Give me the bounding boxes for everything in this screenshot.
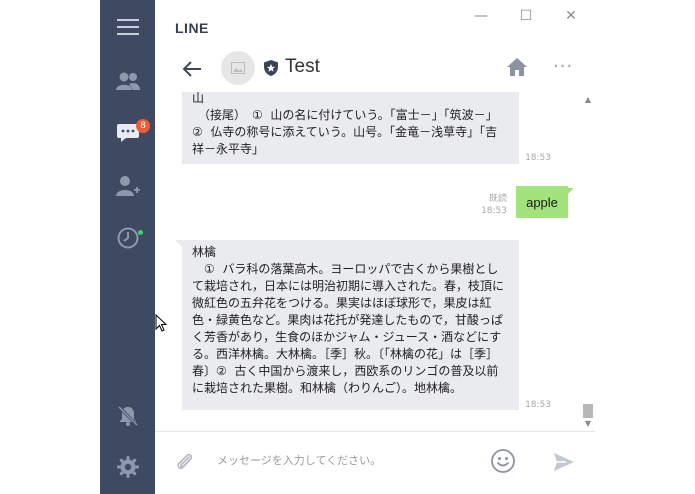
app-name: LINE bbox=[175, 20, 209, 36]
notifications-button[interactable] bbox=[100, 396, 155, 436]
message-time: 18:53 bbox=[525, 400, 551, 410]
message-input[interactable] bbox=[211, 449, 483, 471]
notifications-off-icon bbox=[117, 405, 138, 427]
chat-header: Test ··· bbox=[155, 44, 595, 92]
menu-button[interactable] bbox=[100, 7, 155, 47]
read-receipt: 既読 bbox=[488, 194, 507, 204]
message-composer bbox=[155, 432, 595, 494]
navigation-rail: 8 bbox=[100, 0, 155, 494]
paperclip-icon bbox=[177, 453, 193, 470]
timeline-icon bbox=[117, 227, 138, 249]
more-options-button[interactable]: ··· bbox=[553, 56, 573, 77]
emoji-button[interactable] bbox=[490, 448, 516, 478]
avatar[interactable] bbox=[221, 51, 255, 85]
chat-title: Test bbox=[285, 56, 320, 77]
send-arrow-icon bbox=[554, 453, 574, 471]
settings-icon bbox=[116, 456, 139, 478]
new-post-dot bbox=[138, 230, 143, 235]
friends-icon bbox=[115, 72, 140, 90]
home-icon bbox=[507, 58, 527, 76]
maximize-button[interactable]: ☐ bbox=[512, 6, 540, 26]
message-list: 山 （接尾） ① 山の名に付けていう。「富士－」「筑波－」 ② 仏寺の称号に添え… bbox=[155, 92, 595, 430]
friends-button[interactable] bbox=[100, 61, 155, 101]
bubble-tail bbox=[566, 188, 574, 196]
back-button[interactable] bbox=[179, 56, 205, 82]
message-time: 18:53 bbox=[525, 153, 551, 163]
message-time: 18:53 bbox=[481, 206, 507, 216]
scroll-up-arrow-icon[interactable]: ▲ bbox=[583, 95, 593, 105]
back-arrow-icon bbox=[182, 61, 201, 77]
scrollbar-thumb[interactable] bbox=[583, 404, 593, 418]
scroll-down-arrow-icon[interactable]: ▼ bbox=[583, 419, 593, 429]
home-button[interactable] bbox=[506, 57, 528, 81]
hamburger-menu-icon bbox=[116, 19, 139, 35]
timeline-button[interactable] bbox=[100, 218, 155, 258]
message-scrollbar[interactable]: ▲ ▼ bbox=[583, 95, 595, 431]
add-friend-button[interactable] bbox=[100, 166, 155, 206]
minimize-button[interactable]: — bbox=[467, 6, 495, 26]
incoming-message[interactable]: 林檎 ① バラ科の落葉高木。ヨーロッパで古くから果樹として栽培され，日本には明治… bbox=[182, 240, 519, 410]
emoji-smiley-icon bbox=[491, 449, 515, 473]
unread-badge: 8 bbox=[136, 119, 150, 133]
verified-shield-icon bbox=[264, 60, 278, 76]
settings-button[interactable] bbox=[100, 447, 155, 487]
outgoing-message[interactable]: apple bbox=[516, 186, 568, 218]
send-button[interactable] bbox=[552, 451, 576, 477]
incoming-message[interactable]: 山 （接尾） ① 山の名に付けていう。「富士－」「筑波－」 ② 仏寺の称号に添え… bbox=[182, 92, 519, 164]
close-button[interactable]: ✕ bbox=[557, 6, 585, 26]
add-friend-icon bbox=[115, 176, 140, 196]
chats-button[interactable]: 8 bbox=[100, 113, 155, 153]
attach-file-button[interactable] bbox=[175, 451, 195, 477]
image-placeholder-icon bbox=[231, 62, 245, 74]
mouse-cursor-icon bbox=[155, 314, 167, 332]
chat-panel: LINE — ☐ ✕ Test ··· 山 （接尾） ① 山の名に付けていう。「… bbox=[155, 0, 595, 494]
line-app-window: 8 LINE — ☐ ✕ Test ··· 山 （接尾） ① 山の名に付けていう… bbox=[100, 0, 595, 494]
